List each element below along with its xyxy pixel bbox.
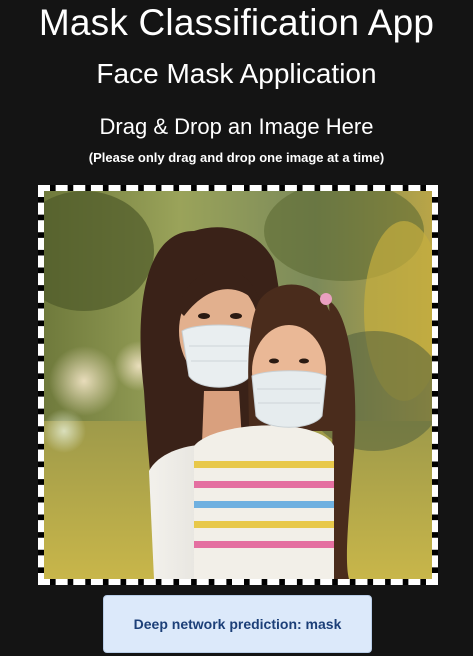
uploaded-image — [44, 191, 432, 579]
app-title: Mask Classification App — [38, 2, 435, 43]
prediction-result: Deep network prediction: mask — [103, 595, 372, 653]
image-drop-zone[interactable] — [38, 185, 438, 585]
drop-zone-note: (Please only drag and drop one image at … — [88, 150, 385, 165]
drop-zone-heading: Drag & Drop an Image Here — [99, 114, 374, 139]
page-subtitle: Face Mask Application — [96, 58, 377, 89]
